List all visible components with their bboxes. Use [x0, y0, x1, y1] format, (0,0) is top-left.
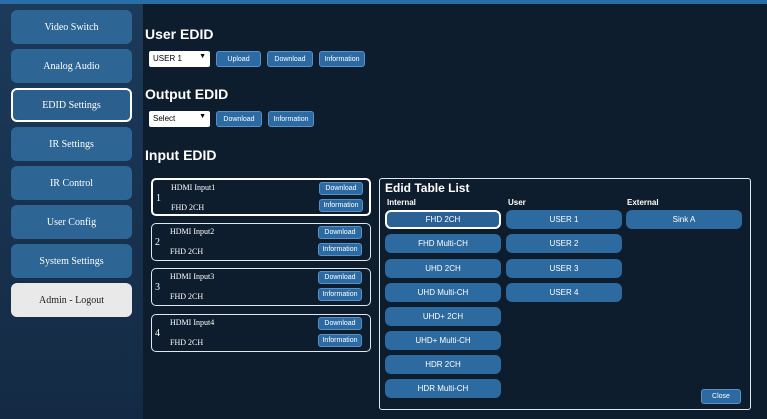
edid-internal-item[interactable]: UHD 2CH: [385, 259, 501, 278]
column-internal: Internal: [387, 198, 416, 207]
input-name: HDMI Input4: [170, 318, 215, 327]
edid-external-item[interactable]: Sink A: [626, 210, 742, 229]
sidebar-item-video-switch[interactable]: Video Switch: [11, 10, 132, 44]
sidebar-item-analog-audio[interactable]: Analog Audio: [11, 49, 132, 83]
edid-internal-item[interactable]: HDR Multi-CH: [385, 379, 501, 398]
edid-internal-item[interactable]: UHD Multi-CH: [385, 283, 501, 302]
edid-user-item[interactable]: USER 2: [506, 234, 622, 253]
sidebar-item-edid-settings[interactable]: EDID Settings: [11, 88, 132, 122]
input-information-button[interactable]: Information: [318, 334, 362, 347]
user-download-button[interactable]: Download: [267, 51, 313, 67]
input-name: HDMI Input2: [170, 227, 215, 236]
edid-table-list: Edid Table List Internal User External F…: [379, 178, 751, 410]
edid-user-item[interactable]: USER 3: [506, 259, 622, 278]
sidebar: Video Switch Analog Audio EDID Settings …: [0, 4, 143, 419]
edid-table-title: Edid Table List: [385, 181, 470, 195]
edid-internal-item[interactable]: UHD+ Multi-CH: [385, 331, 501, 350]
input-number: 3: [155, 282, 160, 293]
input-information-button[interactable]: Information: [318, 243, 362, 256]
input-number: 2: [155, 237, 160, 248]
input-edid-value: FHD 2CH: [170, 292, 204, 301]
edid-internal-item[interactable]: FHD Multi-CH: [385, 234, 501, 253]
user-edid-heading: User EDID: [145, 26, 214, 42]
user-information-button[interactable]: Information: [319, 51, 365, 67]
input-edid-heading: Input EDID: [145, 147, 217, 163]
input-card-2[interactable]: HDMI Input2 2 FHD 2CH Download Informati…: [151, 223, 371, 261]
output-edid-select[interactable]: Select ▼: [149, 111, 210, 127]
sidebar-item-ir-control[interactable]: IR Control: [11, 166, 132, 200]
sidebar-item-ir-settings[interactable]: IR Settings: [11, 127, 132, 161]
user-edid-select[interactable]: USER 1 ▼: [149, 51, 210, 67]
close-button[interactable]: Close: [701, 389, 741, 404]
output-edid-select-value: Select: [153, 114, 176, 123]
edid-internal-item[interactable]: HDR 2CH: [385, 355, 501, 374]
chevron-down-icon: ▼: [199, 113, 206, 120]
sidebar-item-system-settings[interactable]: System Settings: [11, 244, 132, 278]
input-card-3[interactable]: HDMI Input3 3 FHD 2CH Download Informati…: [151, 268, 371, 306]
input-download-button[interactable]: Download: [318, 317, 362, 330]
input-download-button[interactable]: Download: [319, 182, 363, 195]
input-card-4[interactable]: HDMI Input4 4 FHD 2CH Download Informati…: [151, 314, 371, 352]
input-information-button[interactable]: Information: [318, 288, 362, 301]
column-user: User: [508, 198, 526, 207]
input-download-button[interactable]: Download: [318, 271, 362, 284]
edid-internal-item[interactable]: UHD+ 2CH: [385, 307, 501, 326]
upload-button[interactable]: Upload: [216, 51, 261, 67]
edid-user-item[interactable]: USER 1: [506, 210, 622, 229]
edid-internal-item[interactable]: FHD 2CH: [385, 210, 501, 229]
sidebar-item-admin-logout[interactable]: Admin - Logout: [11, 283, 132, 317]
sidebar-item-user-config[interactable]: User Config: [11, 205, 132, 239]
input-number: 4: [155, 328, 160, 339]
output-edid-heading: Output EDID: [145, 86, 229, 102]
edid-user-item[interactable]: USER 4: [506, 283, 622, 302]
input-edid-value: FHD 2CH: [170, 247, 204, 256]
input-card-1[interactable]: HDMI Input1 1 FHD 2CH Download Informati…: [151, 178, 371, 216]
input-information-button[interactable]: Information: [319, 199, 363, 212]
input-name: HDMI Input3: [170, 272, 215, 281]
output-information-button[interactable]: Information: [268, 111, 314, 127]
output-download-button[interactable]: Download: [216, 111, 262, 127]
input-name: HDMI Input1: [171, 183, 216, 192]
column-external: External: [627, 198, 659, 207]
chevron-down-icon: ▼: [199, 53, 206, 60]
input-download-button[interactable]: Download: [318, 226, 362, 239]
input-edid-value: FHD 2CH: [170, 338, 204, 347]
input-number: 1: [156, 193, 161, 204]
input-edid-value: FHD 2CH: [171, 203, 205, 212]
user-edid-select-value: USER 1: [153, 54, 182, 63]
